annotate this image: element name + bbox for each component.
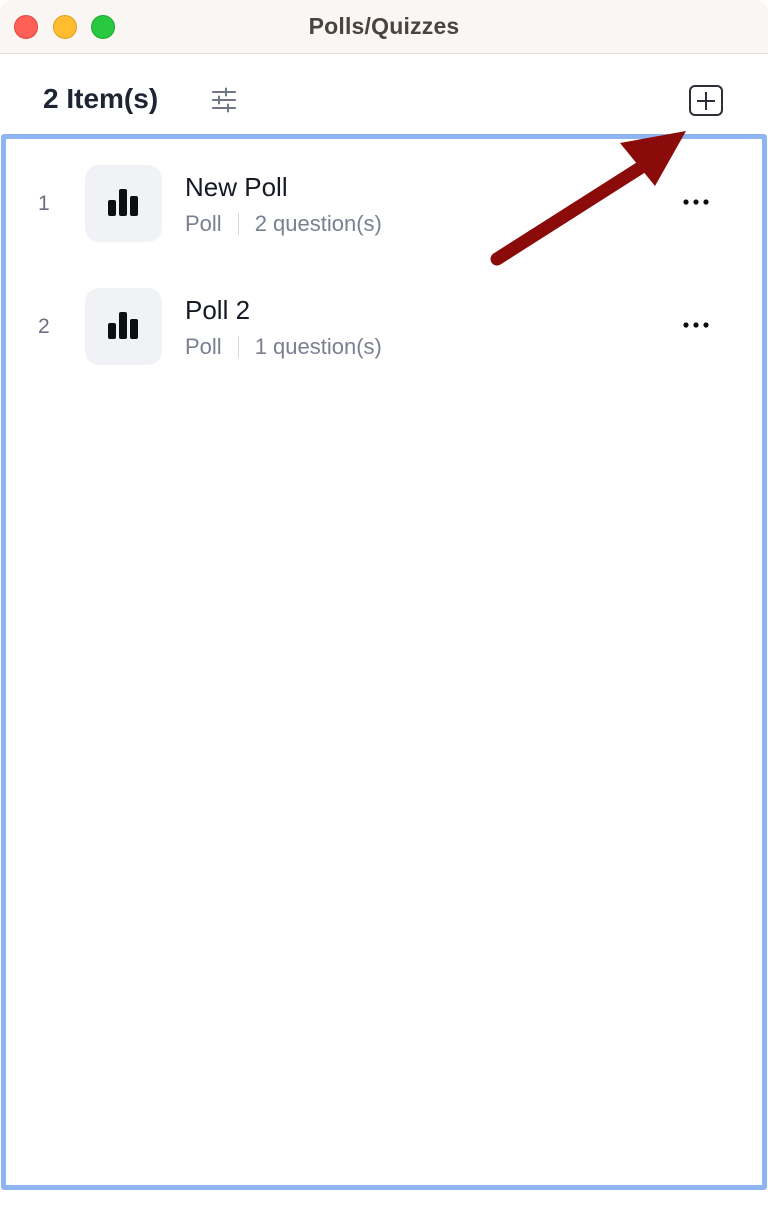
item-thumbnail xyxy=(85,165,162,242)
ellipsis-icon xyxy=(683,199,709,205)
item-question-count: 2 question(s) xyxy=(254,211,382,236)
polls-quizzes-window: Polls/Quizzes 2 Item(s) 1 New Poll Poll … xyxy=(0,0,768,1206)
item-meta: Poll 2 question(s) xyxy=(185,211,382,237)
list-item[interactable]: 2 Poll 2 Poll 1 question(s) xyxy=(6,283,762,383)
bar-chart-icon xyxy=(108,312,138,339)
poll-list: 1 New Poll Poll 2 question(s) 2 Poll 2 P… xyxy=(1,134,767,1190)
ellipsis-icon xyxy=(683,322,709,328)
sliders-icon[interactable] xyxy=(210,86,238,114)
plus-icon xyxy=(697,92,715,110)
more-options-button[interactable] xyxy=(676,183,716,223)
item-type: Poll xyxy=(185,334,222,359)
item-type: Poll xyxy=(185,211,222,236)
list-item[interactable]: 1 New Poll Poll 2 question(s) xyxy=(6,160,762,260)
item-meta: Poll 1 question(s) xyxy=(185,334,382,360)
item-thumbnail xyxy=(85,288,162,365)
meta-divider xyxy=(237,213,239,235)
window-bottom-edge xyxy=(0,1190,768,1206)
item-index: 1 xyxy=(38,192,50,215)
window-title: Polls/Quizzes xyxy=(308,13,460,39)
add-poll-button[interactable] xyxy=(689,85,723,116)
item-count-label: 2 Item(s) xyxy=(43,83,159,114)
item-title: Poll 2 xyxy=(185,295,251,325)
list-toolbar: 2 Item(s) xyxy=(0,55,768,135)
title-bar: Polls/Quizzes xyxy=(0,0,768,54)
item-title: New Poll xyxy=(185,172,288,202)
item-index: 2 xyxy=(38,315,50,338)
bar-chart-icon xyxy=(108,189,138,216)
meta-divider xyxy=(237,336,239,358)
item-question-count: 1 question(s) xyxy=(254,334,382,359)
more-options-button[interactable] xyxy=(676,306,716,346)
